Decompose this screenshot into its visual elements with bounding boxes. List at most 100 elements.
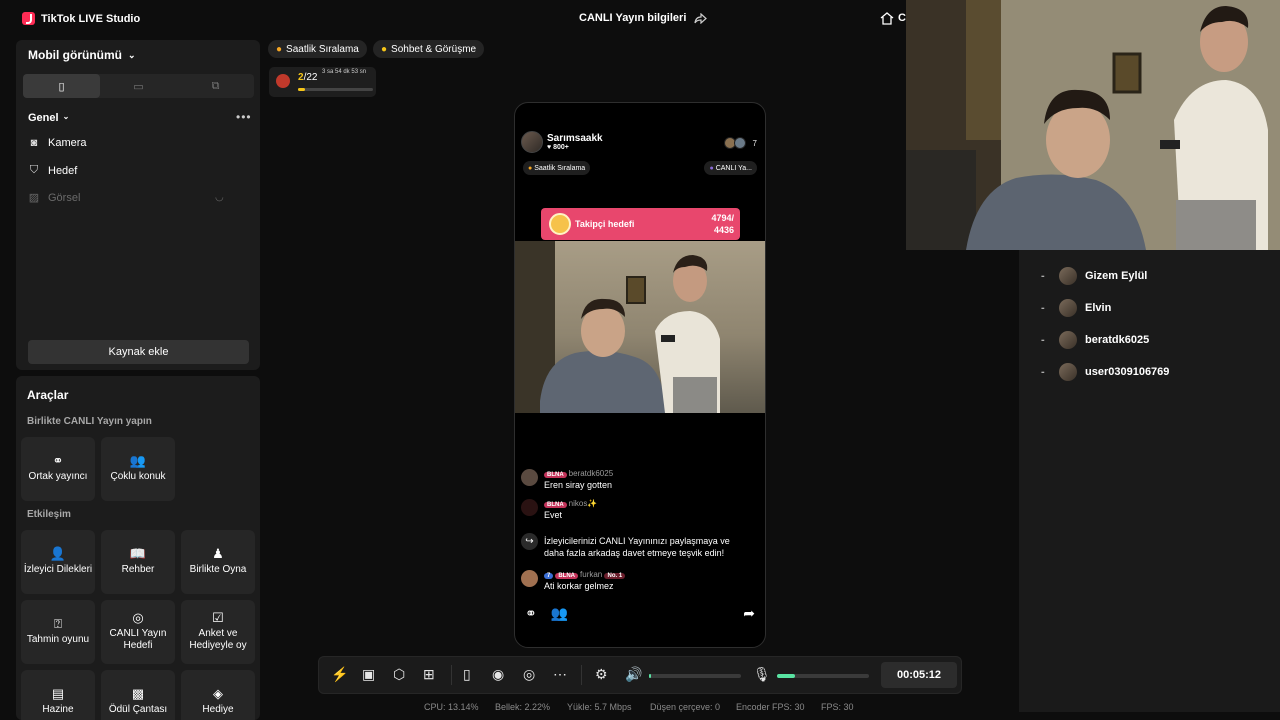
multi-guest-button[interactable]: 👥 Çoklu konuk (101, 437, 175, 501)
camera-target-icon[interactable]: ◎ (523, 666, 535, 683)
remove-dash-icon[interactable]: - (1041, 302, 1051, 314)
phone-icon[interactable]: ▯ (463, 666, 471, 683)
system-text: İzleyicilerinizi CANLI Yayınınızı paylaş… (544, 536, 730, 558)
goal-current: 4794/ (711, 213, 734, 223)
speaker-icon[interactable]: 🔊 (625, 666, 642, 683)
source-item-camera[interactable]: ◙ Kamera (28, 137, 87, 149)
live-goal-button[interactable]: ◎ CANLI Yayın Hedefi (101, 600, 175, 664)
microphone-icon[interactable]: 🎙 (753, 666, 771, 683)
guest-item[interactable]: - beratdk6025 (1041, 331, 1149, 349)
mic-slider[interactable] (777, 674, 869, 678)
flame-icon: ● (528, 164, 533, 172)
viewer-count[interactable]: 7 (723, 137, 757, 149)
add-scene-icon[interactable]: ⊞ (423, 666, 435, 683)
hidden-eye-icon[interactable]: ◡ (215, 192, 224, 203)
guest-item[interactable]: - user0309106769 (1041, 363, 1169, 381)
poll-button[interactable]: ☑ Anket ve Hediyeyle oy (181, 600, 255, 664)
record-icon[interactable]: ◉ (492, 666, 504, 683)
volume-slider[interactable] (649, 674, 741, 678)
effects-icon[interactable]: ▣ (362, 666, 375, 683)
home-label: C (898, 12, 906, 24)
live-chip[interactable]: ● CANLI Ya... (704, 161, 757, 175)
toolbar-divider (451, 665, 452, 685)
gift-goal-widget[interactable]: 2/22 3 sa 54 dk 53 sn (269, 67, 376, 97)
tool-label: Anket ve Hediyeyle oy (189, 628, 247, 651)
group-icon[interactable]: 👥 (551, 605, 568, 622)
guest-list-panel (1019, 250, 1280, 712)
tool-label: Rehber (121, 564, 155, 575)
chat-text: Eren siray gotten (544, 480, 613, 490)
chat-message[interactable]: BLNA beratdk6025 Eren siray gotten (521, 469, 613, 490)
tools-panel: Araçlar Birlikte CANLI Yayın yapın ⚭ Ort… (16, 376, 260, 720)
tool-label: Ortak yayıncı (28, 471, 88, 482)
remove-dash-icon[interactable]: - (1041, 270, 1051, 282)
rose-gift-icon (276, 74, 290, 88)
home-icon (880, 12, 894, 25)
chat-text: Evet (544, 510, 563, 520)
link-icon: ⚭ (52, 453, 64, 468)
image-icon: ▨ (28, 192, 40, 204)
prediction-game-button[interactable]: ⍰ Tahmin oyunu (21, 600, 95, 664)
viewer-wishes-button[interactable]: 👤 İzleyici Dilekleri (21, 530, 95, 594)
app-title: TikTok LIVE Studio (22, 12, 140, 25)
gift-button[interactable]: ◈ Hediye (181, 670, 255, 720)
live-timer-text: 00:05:12 (896, 669, 942, 681)
viewer-wish-icon: 👤 (49, 546, 67, 561)
co-host-button[interactable]: ⚭ Ortak yayıncı (21, 437, 95, 501)
tool-label: Hediye (202, 704, 234, 715)
live-info-button[interactable]: CANLI Yayın bilgileri (579, 12, 708, 24)
host-card[interactable]: Sarımsaakk ♥ 800+ (521, 131, 603, 153)
source-item-goal[interactable]: ⛉ Hedef (28, 164, 77, 177)
home-button[interactable]: C (880, 12, 906, 25)
orientation-switcher: ▯ ▭ ⧉ (23, 74, 254, 98)
view-mode-label: Mobil görünümü (28, 48, 122, 62)
settings-sliders-icon[interactable]: ⚙ (595, 666, 608, 683)
gift-time-left: 3 sa 54 dk 53 sn (322, 69, 367, 75)
guide-button[interactable]: 📖 Rehber (101, 530, 175, 594)
guest-name: Elvin (1085, 302, 1112, 314)
ranking-chip[interactable]: ● Saatlik Sıralama (523, 161, 591, 175)
bottom-toolbar: ⚡ ▣ ⬡ ⊞ ▯ ◉ ◎ ⋯ ⚙ 🔊 🎙 00:05:12 (318, 656, 962, 694)
goal-label: Takipçi hedefi (575, 219, 635, 229)
remove-dash-icon[interactable]: - (1041, 334, 1051, 346)
treasure-button[interactable]: ▤ Hazine (21, 670, 95, 720)
guest-name: Gizem Eylül (1085, 270, 1148, 282)
view-mode-dropdown[interactable]: Mobil görünümü ⌄ (28, 48, 136, 62)
chip-label: Saatlik Sıralama (534, 164, 586, 172)
poll-icon: ☑ (212, 610, 224, 625)
more-options-icon[interactable]: ••• (236, 110, 252, 124)
scene-group-dropdown[interactable]: Genel ⌄ (28, 112, 69, 124)
fan-badge: BLNA (544, 502, 567, 508)
more-icon[interactable]: ⋯ (553, 666, 567, 683)
chevron-down-icon: ⌄ (127, 50, 136, 60)
chat-pill[interactable]: ● Sohbet & Görüşme (373, 40, 485, 58)
portrait-tab[interactable]: ▯ (23, 74, 100, 98)
reward-bag-icon: ▩ (131, 686, 145, 701)
chat-message[interactable]: 7 BLNA furkan No. 1 Ati korkar gelmez (521, 570, 627, 591)
preview-scene-image (515, 241, 720, 413)
guest-item[interactable]: - Gizem Eylül (1041, 267, 1147, 285)
system-message: ↪ İzleyicilerinizi CANLI Yayınınızı payl… (521, 533, 740, 559)
link-icon[interactable]: ⚭ (525, 605, 537, 622)
guest-avatar (1059, 363, 1077, 381)
chat-username: nikos✨ (568, 499, 598, 508)
level-badge: 7 (544, 573, 554, 579)
host-name: Sarımsaakk (547, 133, 603, 144)
magic-wand-icon[interactable]: ⚡ (331, 666, 348, 683)
dual-tab[interactable]: ⧉ (177, 74, 254, 98)
source-item-image[interactable]: ▨ Görsel (28, 191, 81, 205)
goal-total: 4436 (713, 225, 734, 235)
share-arrow-icon[interactable]: ➦ (743, 605, 755, 622)
add-source-button[interactable]: Kaynak ekle (28, 340, 249, 364)
scene-group-label: Genel (28, 112, 59, 124)
reward-bag-button[interactable]: ▩ Ödül Çantası (101, 670, 175, 720)
guest-item[interactable]: - Elvin (1041, 299, 1111, 317)
landscape-tab[interactable]: ▭ (100, 74, 177, 98)
ai-icon[interactable]: ⬡ (393, 666, 405, 683)
play-together-button[interactable]: ♟ Birlikte Oyna (181, 530, 255, 594)
pill-label: Saatlik Sıralama (286, 43, 359, 55)
chat-message[interactable]: BLNA nikos✨ Evet (521, 499, 597, 520)
remove-dash-icon[interactable]: - (1041, 366, 1051, 378)
gift-progress-bar (298, 88, 373, 91)
hourly-ranking-pill[interactable]: ● Saatlik Sıralama (268, 40, 367, 58)
